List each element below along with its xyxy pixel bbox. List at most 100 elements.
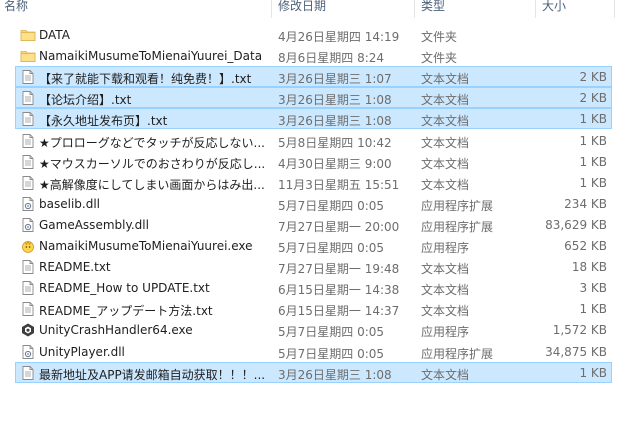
text-file-icon [20, 259, 36, 275]
column-header-name[interactable]: 名称 [0, 0, 270, 18]
file-date-modified: 5月8日星期四 10:42 [278, 135, 392, 150]
file-size: 34,875 KB [545, 344, 607, 359]
file-type: 应用程序 [421, 325, 470, 340]
file-row[interactable]: ★プロローグなどでタッチが反応しない... 5月8日星期四 10:42 文本文档 1 … [15, 130, 612, 151]
file-date-modified: 4月30日星期三 9:00 [278, 156, 392, 171]
column-divider[interactable] [271, 0, 272, 18]
column-header-date[interactable]: 修改日期 [274, 0, 414, 18]
file-type: 应用程序 [421, 241, 470, 255]
file-name: README.txt [39, 260, 111, 275]
file-name: ★プロローグなどでタッチが反応しない... [39, 135, 265, 150]
file-name: ★マウスカーソルでのおさわりが反応し... [39, 156, 266, 171]
file-row[interactable]: README_アップデート方法.txt 6月15日星期一 14:37 文本文档 1 K… [15, 298, 612, 319]
file-row[interactable]: 【来了就能下载和观看！纯免费！】.txt 3月26日星期三 1:07 文本文档 2 K… [15, 66, 612, 88]
file-size: 18 KB [571, 260, 607, 275]
file-size: 3 KB [579, 281, 607, 296]
file-name: 【来了就能下载和观看！纯免费！】.txt [39, 72, 252, 87]
folder-icon [20, 27, 36, 43]
file-row[interactable]: GameAssembly.dll 7月27日星期一 20:00 应用程序扩展 83,6… [15, 214, 612, 235]
file-row[interactable]: ★マウスカーソルでのおさわりが反応し... 4月30日星期三 9:00 文本文档 1 … [15, 151, 612, 172]
file-row[interactable]: UnityPlayer.dll 5月7日星期四 0:05 应用程序扩展 34,875 … [15, 341, 612, 362]
file-row[interactable]: UnityCrashHandler64.exe 5月7日星期四 0:05 应用程序 1… [15, 319, 612, 340]
file-row[interactable]: baselib.dll 5月7日星期四 0:05 应用程序扩展 234 KB [15, 193, 612, 214]
file-size: 1 KB [579, 112, 607, 127]
column-divider[interactable] [414, 0, 415, 18]
file-type: 文件夹 [421, 30, 458, 44]
file-name: README_How to UPDATE.txt [39, 281, 210, 296]
file-size: 2 KB [579, 91, 607, 106]
column-header-size[interactable]: 大小 [538, 0, 618, 18]
text-file-icon [20, 69, 36, 85]
file-size: 1 KB [579, 133, 607, 148]
file-row[interactable]: 【永久地址发布页】.txt 3月26日星期三 1:08 文本文档 1 KB [15, 108, 612, 130]
file-size: 1,572 KB [552, 323, 607, 338]
column-divider[interactable] [535, 0, 536, 18]
column-divider[interactable] [614, 0, 615, 18]
file-date-modified: 3月26日星期三 1:08 [278, 367, 392, 382]
file-name: ★高解像度にしてしまい画面からはみ出... [39, 177, 265, 192]
file-name: 最新地址及APP请发邮箱自动获取！！！... [39, 367, 266, 382]
file-size: 1 KB [579, 302, 607, 317]
file-row[interactable]: NamaikiMusumeToMienaiYuurei_Data 8月6日星期四 … [15, 45, 612, 66]
file-date-modified: 8月6日星期四 8:24 [278, 51, 385, 66]
file-date-modified: 6月15日星期一 14:37 [278, 304, 400, 319]
unity-exe-icon [20, 322, 36, 338]
file-row[interactable]: README.txt 7月27日星期一 19:48 文本文档 18 KB [15, 256, 612, 277]
file-row[interactable]: NamaikiMusumeToMienaiYuurei.exe 5月7日星期四 0… [15, 235, 612, 256]
file-type: 文本文档 [421, 367, 470, 382]
file-date-modified: 3月26日星期三 1:08 [278, 114, 392, 129]
text-file-icon [20, 90, 36, 106]
file-type: 应用程序扩展 [421, 219, 494, 234]
file-date-modified: 5月7日星期四 0:05 [278, 198, 385, 213]
file-row[interactable]: 【论坛介绍】.txt 3月26日星期三 1:08 文本文档 2 KB [15, 87, 612, 109]
text-file-icon [20, 175, 36, 191]
file-name: UnityPlayer.dll [39, 344, 125, 359]
file-row[interactable]: ★高解像度にしてしまい画面からはみ出... 11月3日星期五 15:51 文本文档 1… [15, 172, 612, 193]
file-type: 文本文档 [421, 262, 470, 277]
file-date-modified: 4月26日星期四 14:19 [278, 30, 400, 44]
file-name: README_アップデート方法.txt [39, 304, 213, 319]
file-row[interactable]: README_How to UPDATE.txt 6月15日星期一 14:38 文本… [15, 277, 612, 298]
file-name: UnityCrashHandler64.exe [39, 323, 193, 338]
file-name: 【永久地址发布页】.txt [39, 114, 168, 129]
file-name: NamaikiMusumeToMienaiYuurei_Data [39, 49, 263, 64]
column-header-type[interactable]: 类型 [417, 0, 535, 18]
file-type: 文本文档 [421, 135, 470, 150]
file-type: 文本文档 [421, 114, 470, 129]
file-name: baselib.dll [39, 196, 100, 211]
text-file-icon [20, 154, 36, 170]
file-type: 文本文档 [421, 304, 470, 319]
file-date-modified: 5月7日星期四 0:05 [278, 241, 385, 255]
file-size: 234 KB [564, 196, 607, 211]
file-type: 文本文档 [421, 177, 470, 192]
app-exe-icon [20, 238, 36, 254]
file-type: 文本文档 [421, 93, 470, 108]
file-size: 1 KB [579, 365, 607, 380]
file-name: DATA [39, 28, 70, 42]
file-type: 文件夹 [421, 51, 458, 66]
column-header-bar: 名称 修改日期 类型 大小 [0, 0, 642, 18]
file-date-modified: 5月7日星期四 0:05 [278, 346, 385, 361]
file-size: 2 KB [579, 70, 607, 85]
dll-file-icon [20, 344, 36, 360]
file-type: 文本文档 [421, 283, 470, 298]
file-size: 1 KB [579, 154, 607, 169]
file-name: 【论坛介绍】.txt [39, 93, 132, 108]
file-name: NamaikiMusumeToMienaiYuurei.exe [39, 239, 253, 253]
file-date-modified: 11月3日星期五 15:51 [278, 177, 400, 192]
file-date-modified: 3月26日星期三 1:07 [278, 72, 392, 87]
file-type: 应用程序扩展 [421, 346, 494, 361]
file-row[interactable]: DATA 4月26日星期四 14:19 文件夹 [15, 24, 612, 45]
text-file-icon [20, 365, 36, 381]
dll-file-icon [20, 217, 36, 233]
file-size: 1 KB [579, 175, 607, 190]
text-file-icon [20, 301, 36, 317]
file-size: 83,629 KB [545, 217, 607, 232]
file-type: 文本文档 [421, 156, 470, 171]
file-type: 文本文档 [421, 72, 470, 87]
text-file-icon [20, 111, 36, 127]
file-row[interactable]: 最新地址及APP请发邮箱自动获取！！！... 3月26日星期三 1:08 文本文档 1… [15, 361, 612, 383]
file-date-modified: 3月26日星期三 1:08 [278, 93, 392, 108]
text-file-icon [20, 133, 36, 149]
folder-icon [20, 48, 36, 64]
